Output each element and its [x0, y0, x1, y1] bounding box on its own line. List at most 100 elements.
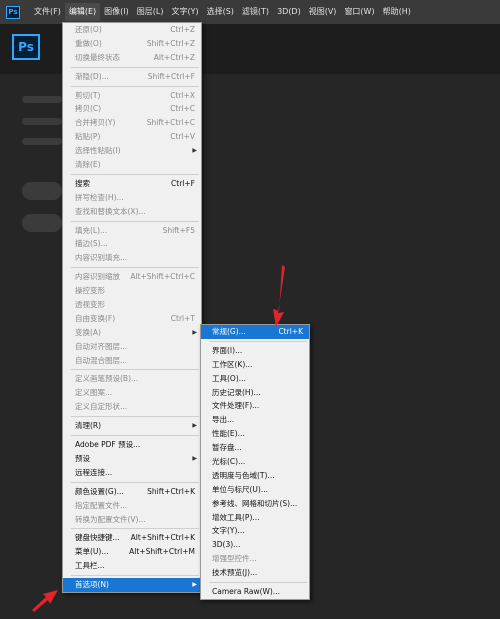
menu-item[interactable]: 暂存盘...: [201, 441, 309, 455]
menu-item-label: 查找和替换文本(X)...: [75, 206, 146, 216]
menu-2[interactable]: 图像(I): [100, 3, 133, 21]
menu-item-label: 粘贴(P): [75, 132, 101, 142]
menu-item: 内容识别填充...: [63, 251, 201, 265]
menu-item-label: 预设: [75, 453, 90, 463]
menu-separator: [71, 220, 199, 222]
menu-separator: [71, 267, 199, 269]
menu-item-label: 自动对齐图层...: [75, 341, 128, 351]
menu-item-shortcut: Shift+Ctrl+Z: [146, 38, 195, 48]
menu-5[interactable]: 选择(S): [203, 3, 238, 21]
menu-item[interactable]: 性能(E)...: [201, 427, 309, 441]
menu-item[interactable]: 单位与标尺(U)...: [201, 483, 309, 497]
menu-item[interactable]: 参考线、网格和切片(S)...: [201, 497, 309, 511]
menu-item-label: 参考线、网格和切片(S)...: [212, 498, 298, 508]
menu-item-label: 界面(I)...: [212, 345, 243, 355]
menu-item-label: 剪切(T): [75, 90, 101, 100]
menu-item[interactable]: 工作区(K)...: [201, 358, 309, 372]
menu-item[interactable]: 历史记录(H)...: [201, 386, 309, 400]
menu-item: 粘贴(P) Ctrl+V: [63, 130, 201, 144]
menu-item-label: 技术预览(J)...: [212, 568, 258, 578]
menu-item-label: 暂存盘...: [212, 443, 242, 453]
menu-list: 文件(F) 编辑(E) 图像(I) 图层(L) 文字(Y) 选择(S) 滤镜(T) 3D(D)…: [30, 3, 415, 21]
menu-item[interactable]: 界面(I)...: [201, 344, 309, 358]
menu-item[interactable]: 导出...: [201, 413, 309, 427]
menu-item[interactable]: 文字(Y)...: [201, 524, 309, 538]
create-new-placeholder: [22, 182, 62, 200]
annotation-arrow-right-icon: [32, 590, 58, 612]
menu-item-label: 常规(G)...: [212, 327, 246, 336]
menu-item-label: 透明度与色域(T)...: [212, 470, 275, 480]
menu-item-shortcut: Shift+F5: [162, 225, 195, 235]
menu-item[interactable]: 工具栏...: [63, 559, 201, 573]
recent-placeholder-2: [22, 118, 62, 125]
menu-item: 合并拷贝(Y) Shift+Ctrl+C: [63, 116, 201, 130]
menu-item: 重做(O) Shift+Ctrl+Z: [63, 37, 201, 51]
menu-item-label: 增强型控件...: [212, 554, 257, 564]
menu-item-shortcut: Shift+Ctrl+F: [147, 71, 195, 81]
menu-item[interactable]: 清理(R) ▶: [63, 419, 201, 433]
menu-4[interactable]: 文字(Y): [167, 3, 202, 21]
menu-item-label: 首选项(N): [75, 580, 109, 590]
menu-item-label: 渐隐(D)...: [75, 71, 109, 81]
menu-item: 拷贝(C) Ctrl+C: [63, 102, 201, 116]
menu-item[interactable]: 远程连接...: [63, 466, 201, 480]
menu-0[interactable]: 文件(F): [30, 3, 65, 21]
menu-9[interactable]: 窗口(W): [340, 3, 378, 21]
menu-item[interactable]: 工具(O)...: [201, 372, 309, 386]
menu-item: 拼写检查(H)...: [63, 191, 201, 205]
menu-item[interactable]: 增效工具(P)...: [201, 511, 309, 525]
menu-item[interactable]: 颜色设置(G)... Shift+Ctrl+K: [63, 485, 201, 499]
menu-item[interactable]: 技术预览(J)...: [201, 566, 309, 580]
menu-item[interactable]: 常规(G)... Ctrl+K: [201, 325, 309, 339]
menu-item-label: 选择性粘贴(I): [75, 146, 121, 156]
app-icon[interactable]: Ps: [6, 5, 20, 19]
menu-item-label: 内容识别缩放: [75, 272, 120, 282]
menu-10[interactable]: 帮助(H): [379, 3, 415, 21]
menu-item[interactable]: 透明度与色域(T)...: [201, 469, 309, 483]
menu-item-label: 远程连接...: [75, 467, 113, 477]
menu-item[interactable]: 光标(C)...: [201, 455, 309, 469]
menu-item-shortcut: Alt+Shift+Ctrl+K: [130, 533, 195, 543]
menu-item: 透视变形: [63, 298, 201, 312]
menu-3[interactable]: 图层(L): [133, 3, 168, 21]
menu-item: 填充(L)... Shift+F5: [63, 224, 201, 238]
menu-item-label: 文字(Y)...: [212, 526, 245, 536]
menu-item-label: 历史记录(H)...: [212, 387, 261, 397]
menu-item[interactable]: 键盘快捷键... Alt+Shift+Ctrl+K: [63, 531, 201, 545]
submenu-arrow-icon: ▶: [192, 422, 197, 430]
menu-item-label: 3D(3)...: [212, 540, 241, 550]
menu-item-label: Adobe PDF 预设...: [75, 440, 141, 450]
menu-item-label: 单位与标尺(U)...: [212, 484, 268, 494]
menu-separator: [71, 173, 199, 175]
menu-item[interactable]: Camera Raw(W)...: [201, 585, 309, 599]
menu-item[interactable]: 菜单(U)... Alt+Shift+Ctrl+M: [63, 545, 201, 559]
menu-item: 定义图案...: [63, 386, 201, 400]
menu-item: 操控变形: [63, 284, 201, 298]
menu-separator: [71, 85, 199, 87]
open-placeholder: [22, 214, 62, 232]
menu-item[interactable]: 首选项(N) ▶: [63, 578, 201, 592]
menu-7[interactable]: 3D(D): [273, 3, 305, 21]
menu-item-label: 工作区(K)...: [212, 359, 253, 369]
menu-item[interactable]: 搜索 Ctrl+F: [63, 177, 201, 191]
menu-item[interactable]: 3D(3)...: [201, 538, 309, 552]
menu-8[interactable]: 视图(V): [305, 3, 341, 21]
menu-6[interactable]: 滤镜(T): [238, 3, 273, 21]
menu-item-label: 键盘快捷键...: [75, 533, 120, 543]
menu-item-label: 工具栏...: [75, 561, 105, 571]
menu-item-label: 透视变形: [75, 300, 105, 310]
menu-item: 定义画笔预设(B)...: [63, 372, 201, 386]
menu-1[interactable]: 编辑(E): [64, 3, 101, 21]
menu-item[interactable]: 预设 ▶: [63, 452, 201, 466]
menu-item: 还原(O) Ctrl+Z: [63, 23, 201, 37]
recent-placeholder-1: [22, 96, 62, 103]
menu-item[interactable]: Adobe PDF 预设...: [63, 438, 201, 452]
menu-item[interactable]: 文件处理(F)...: [201, 399, 309, 413]
menu-item-label: 指定配置文件...: [75, 500, 128, 510]
menu-item-shortcut: Ctrl+T: [170, 313, 195, 323]
preferences-submenu: 常规(G)... Ctrl+K 界面(I)... 工作区(K)... 工具(O)... 历…: [200, 324, 310, 600]
menu-separator: [71, 369, 199, 371]
menu-item-label: 清理(R): [75, 421, 102, 431]
menu-item-label: 还原(O): [75, 25, 102, 34]
menu-item-label: 搜索: [75, 178, 90, 188]
